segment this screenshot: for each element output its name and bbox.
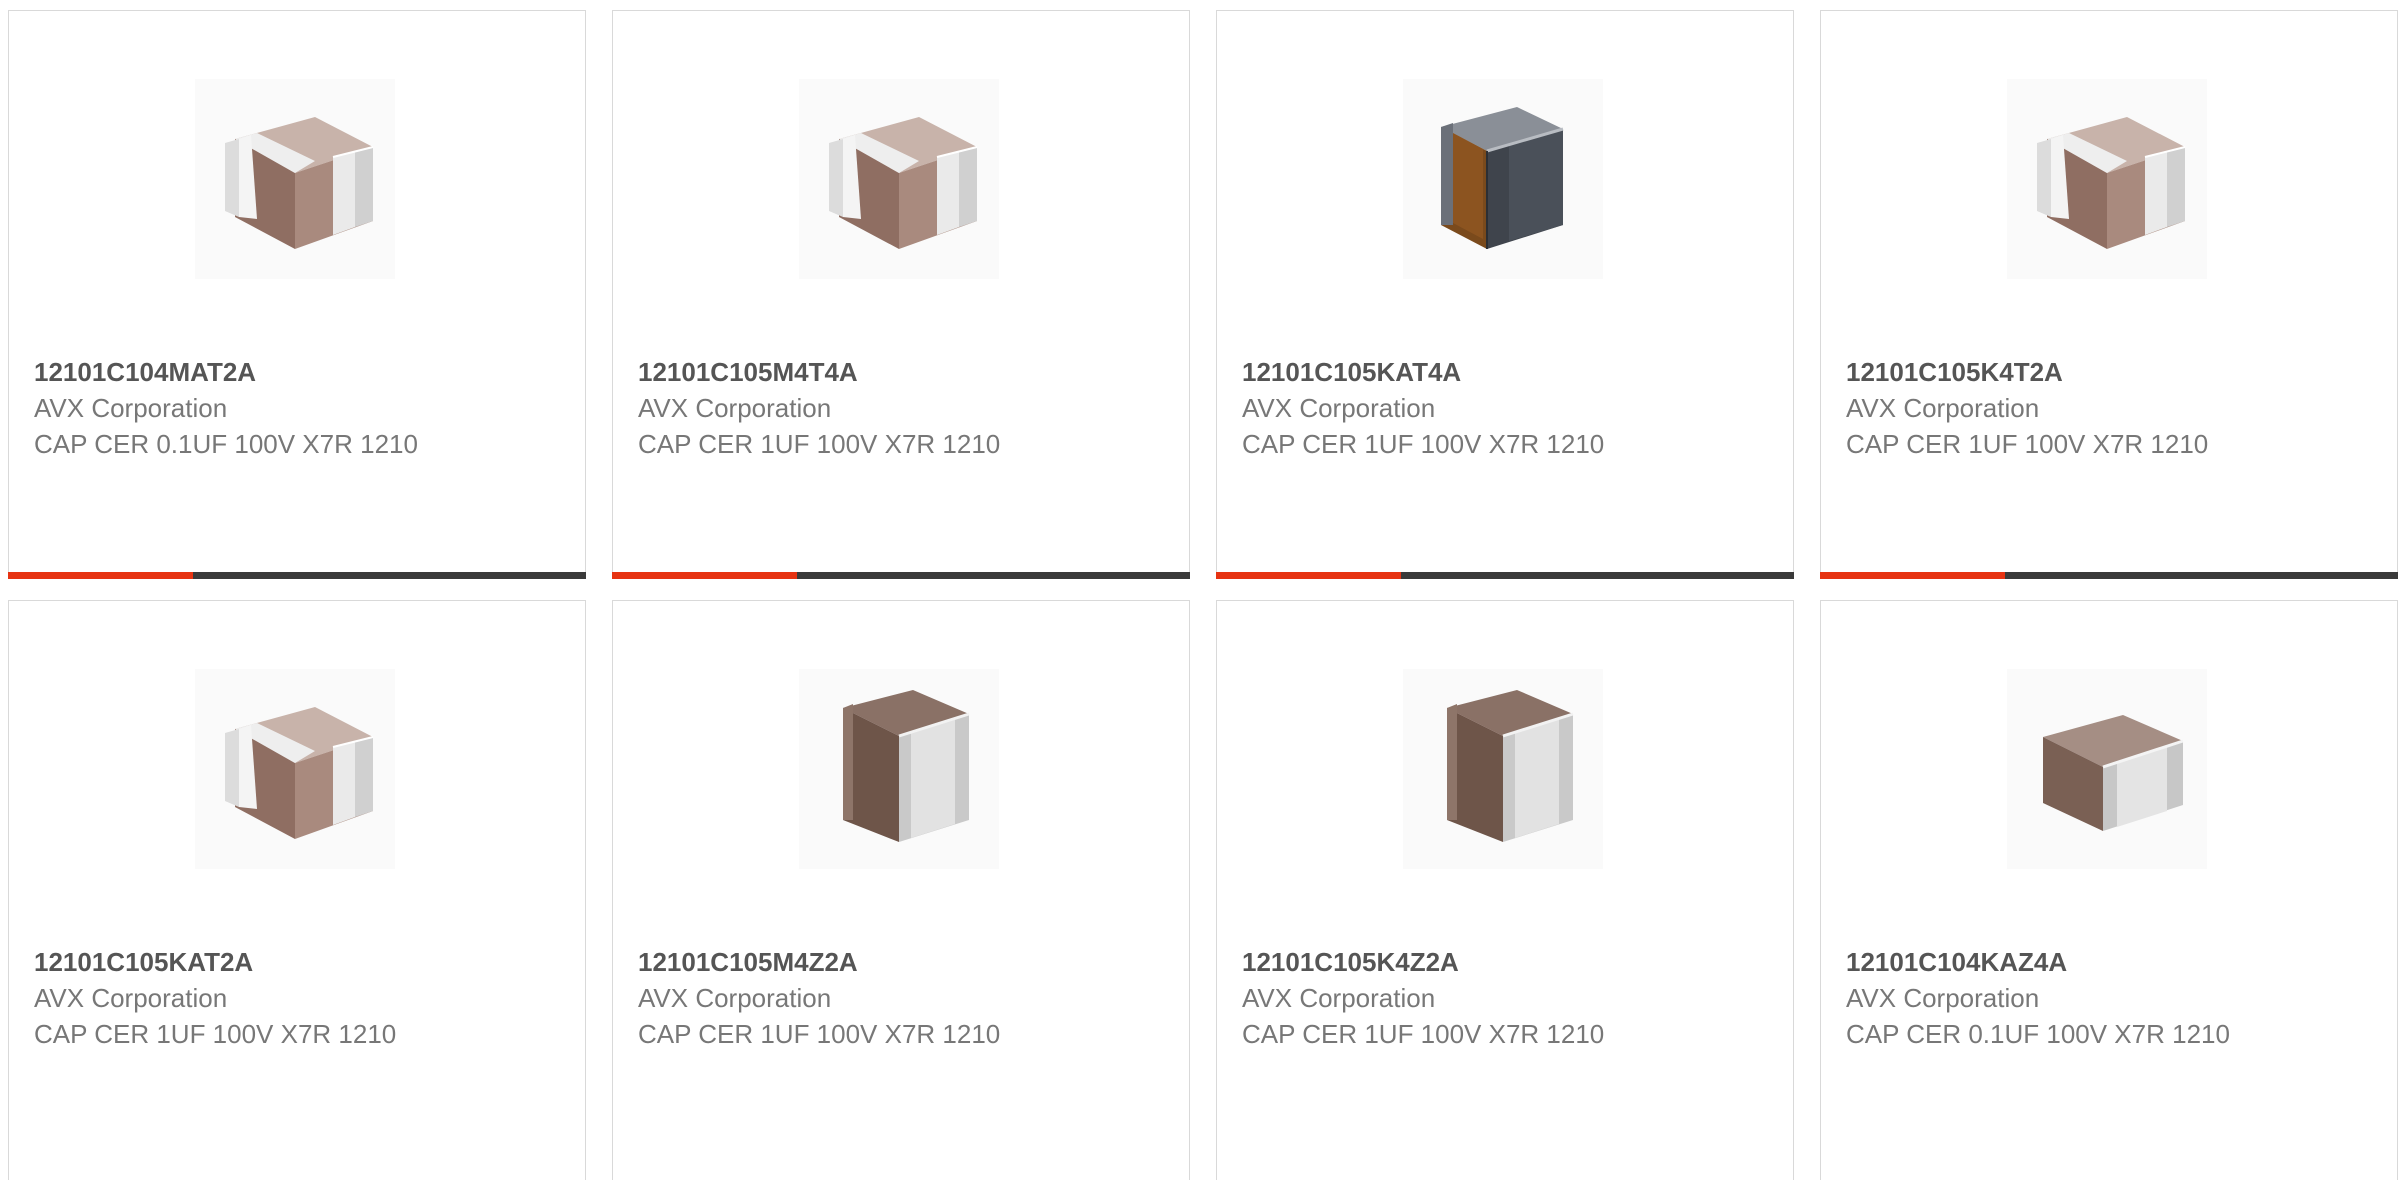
- product-info: 12101C105KAT2A AVX Corporation CAP CER 1…: [34, 944, 565, 1052]
- product-card[interactable]: 12101C104KAZ4A AVX Corporation CAP CER 0…: [1820, 600, 2398, 1180]
- manufacturer: AVX Corporation: [1846, 393, 2040, 423]
- product-image[interactable]: [1403, 79, 1603, 279]
- ceramic-capacitor-silver-ends-icon: [225, 707, 374, 839]
- description: CAP CER 1UF 100V X7R 1210: [1242, 429, 1605, 459]
- product-card[interactable]: 12101C105KAT2A AVX Corporation CAP CER 1…: [8, 600, 586, 1180]
- product-info: 12101C105M4Z2A AVX Corporation CAP CER 1…: [638, 944, 1169, 1052]
- product-image[interactable]: [195, 79, 395, 279]
- product-info: 12101C104MAT2A AVX Corporation CAP CER 0…: [34, 354, 565, 462]
- card-accent-bar: [1820, 572, 2398, 579]
- manufacturer: AVX Corporation: [638, 983, 832, 1013]
- part-number[interactable]: 12101C105M4T4A: [638, 354, 1169, 390]
- ceramic-capacitor-silver-ends-icon: [2043, 715, 2184, 831]
- product-info: 12101C105K4Z2A AVX Corporation CAP CER 1…: [1242, 944, 1773, 1052]
- description: CAP CER 1UF 100V X7R 1210: [638, 429, 1001, 459]
- product-card[interactable]: 12101C105K4Z2A AVX Corporation CAP CER 1…: [1216, 600, 1794, 1180]
- card-accent-bar: [612, 572, 1190, 579]
- part-number[interactable]: 12101C105K4Z2A: [1242, 944, 1773, 980]
- part-number[interactable]: 12101C105M4Z2A: [638, 944, 1169, 980]
- manufacturer: AVX Corporation: [1242, 983, 1436, 1013]
- product-info: 12101C105M4T4A AVX Corporation CAP CER 1…: [638, 354, 1169, 462]
- part-number[interactable]: 12101C105KAT4A: [1242, 354, 1773, 390]
- accent-fill: [612, 572, 797, 579]
- ceramic-capacitor-tall-icon: [843, 690, 970, 842]
- manufacturer: AVX Corporation: [1242, 393, 1436, 423]
- manufacturer: AVX Corporation: [34, 393, 228, 423]
- description: CAP CER 1UF 100V X7R 1210: [34, 1019, 397, 1049]
- product-card[interactable]: 12101C105M4Z2A AVX Corporation CAP CER 1…: [612, 600, 1190, 1180]
- product-image[interactable]: [2007, 669, 2207, 869]
- product-info: 12101C105KAT4A AVX Corporation CAP CER 1…: [1242, 354, 1773, 462]
- product-image[interactable]: [799, 669, 999, 869]
- product-image[interactable]: [799, 79, 999, 279]
- card-accent-bar: [1216, 572, 1794, 579]
- ceramic-capacitor-silver-ends-icon: [225, 117, 374, 249]
- product-info: 12101C104KAZ4A AVX Corporation CAP CER 0…: [1846, 944, 2377, 1052]
- manufacturer: AVX Corporation: [1846, 983, 2040, 1013]
- product-card[interactable]: 12101C105K4T2A AVX Corporation CAP CER 1…: [1820, 10, 2398, 579]
- description: CAP CER 1UF 100V X7R 1210: [638, 1019, 1001, 1049]
- description: CAP CER 0.1UF 100V X7R 1210: [1846, 1019, 2230, 1049]
- product-card[interactable]: 12101C104MAT2A AVX Corporation CAP CER 0…: [8, 10, 586, 579]
- accent-fill: [1820, 572, 2005, 579]
- accent-fill: [1216, 572, 1401, 579]
- part-number[interactable]: 12101C104MAT2A: [34, 354, 565, 390]
- product-grid: 12101C104MAT2A AVX Corporation CAP CER 0…: [0, 0, 2400, 1180]
- ceramic-capacitor-tall-icon: [1447, 690, 1574, 842]
- card-accent-bar: [8, 572, 586, 579]
- part-number[interactable]: 12101C105K4T2A: [1846, 354, 2377, 390]
- manufacturer: AVX Corporation: [34, 983, 228, 1013]
- part-number[interactable]: 12101C105KAT2A: [34, 944, 565, 980]
- part-number[interactable]: 12101C104KAZ4A: [1846, 944, 2377, 980]
- description: CAP CER 1UF 100V X7R 1210: [1242, 1019, 1605, 1049]
- product-card[interactable]: 12101C105KAT4A AVX Corporation CAP CER 1…: [1216, 10, 1794, 579]
- product-image[interactable]: [195, 669, 395, 869]
- manufacturer: AVX Corporation: [638, 393, 832, 423]
- ceramic-capacitor-silver-ends-icon: [829, 117, 978, 249]
- description: CAP CER 0.1UF 100V X7R 1210: [34, 429, 418, 459]
- product-info: 12101C105K4T2A AVX Corporation CAP CER 1…: [1846, 354, 2377, 462]
- product-image[interactable]: [2007, 79, 2207, 279]
- ceramic-capacitor-dark-ends-icon: [1441, 107, 1564, 249]
- description: CAP CER 1UF 100V X7R 1210: [1846, 429, 2209, 459]
- product-card[interactable]: 12101C105M4T4A AVX Corporation CAP CER 1…: [612, 10, 1190, 579]
- ceramic-capacitor-silver-ends-icon: [2037, 117, 2186, 249]
- accent-fill: [8, 572, 193, 579]
- product-image[interactable]: [1403, 669, 1603, 869]
